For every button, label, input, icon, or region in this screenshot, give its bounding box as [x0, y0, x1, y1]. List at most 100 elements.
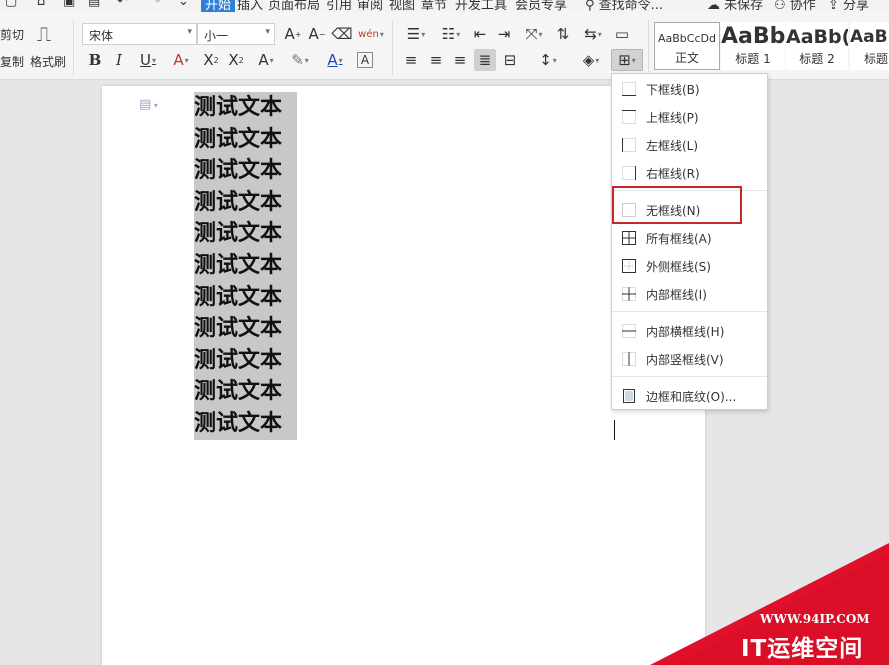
shading-icon[interactable]: ◈ [576, 49, 606, 71]
more-chevron-icon[interactable]: ⌄ [178, 0, 189, 9]
menu-item-inside-borders[interactable]: 内部框线(I) [612, 281, 767, 307]
redo-icon[interactable]: ↷ [150, 0, 161, 9]
style-name: 标题 1 [735, 52, 771, 66]
tab-insert[interactable]: 插入 [237, 0, 263, 12]
bottom-border-icon [622, 82, 636, 96]
menu-item-inside-vertical-border[interactable]: 内部竖框线(V) [612, 346, 767, 372]
strikethrough-icon[interactable]: A [166, 49, 196, 71]
command-search[interactable]: ⚲ 查找命令... [585, 0, 663, 12]
inside-vertical-border-icon [622, 352, 636, 366]
right-border-icon [622, 166, 636, 180]
menu-item-label: 内部竖框线(V) [646, 352, 724, 367]
doc-line[interactable]: 测试文本 [194, 124, 297, 156]
phonetic-glyph: wén [358, 28, 379, 40]
text-cursor [614, 420, 615, 440]
open-icon[interactable]: ⌂ [37, 0, 45, 9]
align-center-icon[interactable]: ≡ [425, 49, 447, 71]
collaborate-button[interactable]: ⚇ 协作 [774, 0, 816, 12]
align-right-icon[interactable]: ≡ [449, 49, 471, 71]
collaborate-label: 协作 [789, 0, 816, 12]
style-heading-1[interactable]: AaBb 标题 1 [721, 22, 785, 70]
increase-indent-icon[interactable]: ⇥ [493, 23, 515, 45]
doc-line[interactable]: 测试文本 [194, 313, 297, 345]
underline-icon[interactable]: U [133, 49, 163, 71]
phonetic-guide-icon[interactable]: wén [357, 23, 385, 45]
share-button[interactable]: ⇪ 分享 [828, 0, 869, 12]
menu-item-borders-and-shading[interactable]: 边框和底纹(O)... [612, 383, 767, 409]
italic-icon[interactable]: I [108, 49, 130, 71]
doc-line[interactable]: 测试文本 [194, 408, 297, 440]
subscript-icon[interactable]: X2 [225, 49, 247, 71]
menu-item-all-borders[interactable]: 所有框线(A) [612, 225, 767, 251]
tab-references[interactable]: 引用 [326, 0, 352, 12]
style-heading-2[interactable]: AaBb( 标题 2 [786, 22, 848, 70]
menu-item-label: 内部横框线(H) [646, 324, 725, 339]
font-size-select[interactable]: 小一 ▾ [197, 23, 275, 45]
highlight-color-icon[interactable]: ✎ [285, 49, 315, 71]
menu-item-inside-horizontal-border[interactable]: 内部横框线(H) [612, 318, 767, 344]
tab-page-layout[interactable]: 页面布局 [268, 0, 320, 12]
sort-icon[interactable]: ⇅ [552, 23, 574, 45]
cloud-icon: ☁ [707, 0, 720, 12]
undo-icon[interactable]: ↶ [117, 0, 128, 9]
bullet-list-icon[interactable]: ☰ [400, 23, 432, 45]
divider [392, 20, 393, 76]
tab-home[interactable]: 开始 [201, 0, 236, 12]
highlight-box [612, 186, 742, 224]
table-layout-icon[interactable]: ▭ [611, 23, 633, 45]
tab-review[interactable]: 审阅 [357, 0, 383, 12]
menu-item-left-border[interactable]: 左框线(L) [612, 132, 767, 158]
style-normal[interactable]: AaBbCcDd 正文 [654, 22, 720, 70]
print-preview-icon[interactable]: ▤ [88, 0, 100, 9]
show-hide-marks-icon[interactable]: ⇆ [578, 23, 608, 45]
chinese-layout-icon[interactable]: ⤧ [518, 23, 550, 45]
borders-dropdown-button[interactable]: ⊞ [611, 49, 643, 71]
share-icon: ⇪ [828, 0, 839, 12]
numbered-list-icon[interactable]: ☷ [435, 23, 467, 45]
justify-icon[interactable]: ≣ [474, 49, 496, 71]
doc-line[interactable]: 测试文本 [194, 92, 297, 124]
copy-button[interactable]: 复制 [0, 53, 24, 70]
distributed-align-icon[interactable]: ⊟ [499, 49, 521, 71]
font-color-icon[interactable]: A [320, 49, 350, 71]
menu-item-bottom-border[interactable]: 下框线(B) [612, 76, 767, 102]
clear-format-icon[interactable]: ⌫ [331, 23, 353, 45]
font-name-select[interactable]: 宋体 ▾ [82, 23, 197, 45]
tab-developer[interactable]: 开发工具 [455, 0, 507, 12]
doc-line[interactable]: 测试文本 [194, 187, 297, 219]
align-left-icon[interactable]: ≡ [400, 49, 422, 71]
tab-chapter[interactable]: 章节 [421, 0, 447, 12]
save-icon[interactable]: ▣ [63, 0, 75, 9]
menu-item-outside-borders[interactable]: 外侧框线(S) [612, 253, 767, 279]
decrease-indent-icon[interactable]: ⇤ [469, 23, 491, 45]
doc-line[interactable]: 测试文本 [194, 218, 297, 250]
character-border-icon[interactable]: A [357, 52, 373, 68]
style-heading[interactable]: AaBl 标题 [850, 22, 889, 70]
shrink-font-icon[interactable]: A − [306, 23, 328, 45]
menu-item-right-border[interactable]: 右框线(R) [612, 160, 767, 186]
doc-line[interactable]: 测试文本 [194, 345, 297, 377]
cut-button[interactable]: 剪切 [0, 26, 24, 43]
doc-line[interactable]: 测试文本 [194, 250, 297, 282]
grow-font-icon[interactable]: A + [282, 23, 304, 45]
menu-divider [612, 311, 767, 312]
new-file-icon[interactable]: ▢ [5, 0, 17, 9]
ribbon-toolbar: 剪切 复制 ⎍ 格式刷 宋体▾ 小一▾ A+ A− ⌫ wén B I U A … [0, 12, 889, 80]
format-painter-button[interactable]: ⎍ 格式刷 [30, 20, 70, 80]
doc-line[interactable]: 测试文本 [194, 155, 297, 187]
text-effect-icon[interactable]: A [251, 49, 281, 71]
superscript-icon[interactable]: X2 [200, 49, 222, 71]
collaborate-icon: ⚇ [774, 0, 786, 12]
menu-bar: ▢ ⌂ ▣ ▤ ↶ ↷ ⌄ 开始 插入 页面布局 引用 审阅 视图 章节 开发工… [0, 0, 889, 12]
bold-icon[interactable]: B [84, 49, 106, 71]
menu-item-top-border[interactable]: 上框线(P) [612, 104, 767, 130]
selected-text-block[interactable]: 测试文本 测试文本 测试文本 测试文本 测试文本 测试文本 测试文本 测试文本 … [194, 92, 297, 440]
unsaved-button[interactable]: ☁ 未保存 [707, 0, 763, 12]
line-spacing-icon[interactable]: ↕ [532, 49, 564, 71]
tab-view[interactable]: 视图 [389, 0, 415, 12]
menu-item-label: 右框线(R) [646, 166, 700, 181]
doc-line[interactable]: 测试文本 [194, 376, 297, 408]
tab-member[interactable]: 会员专享 [515, 0, 567, 12]
paragraph-handle-icon[interactable]: ▤ ▾ [139, 97, 158, 112]
doc-line[interactable]: 测试文本 [194, 282, 297, 314]
